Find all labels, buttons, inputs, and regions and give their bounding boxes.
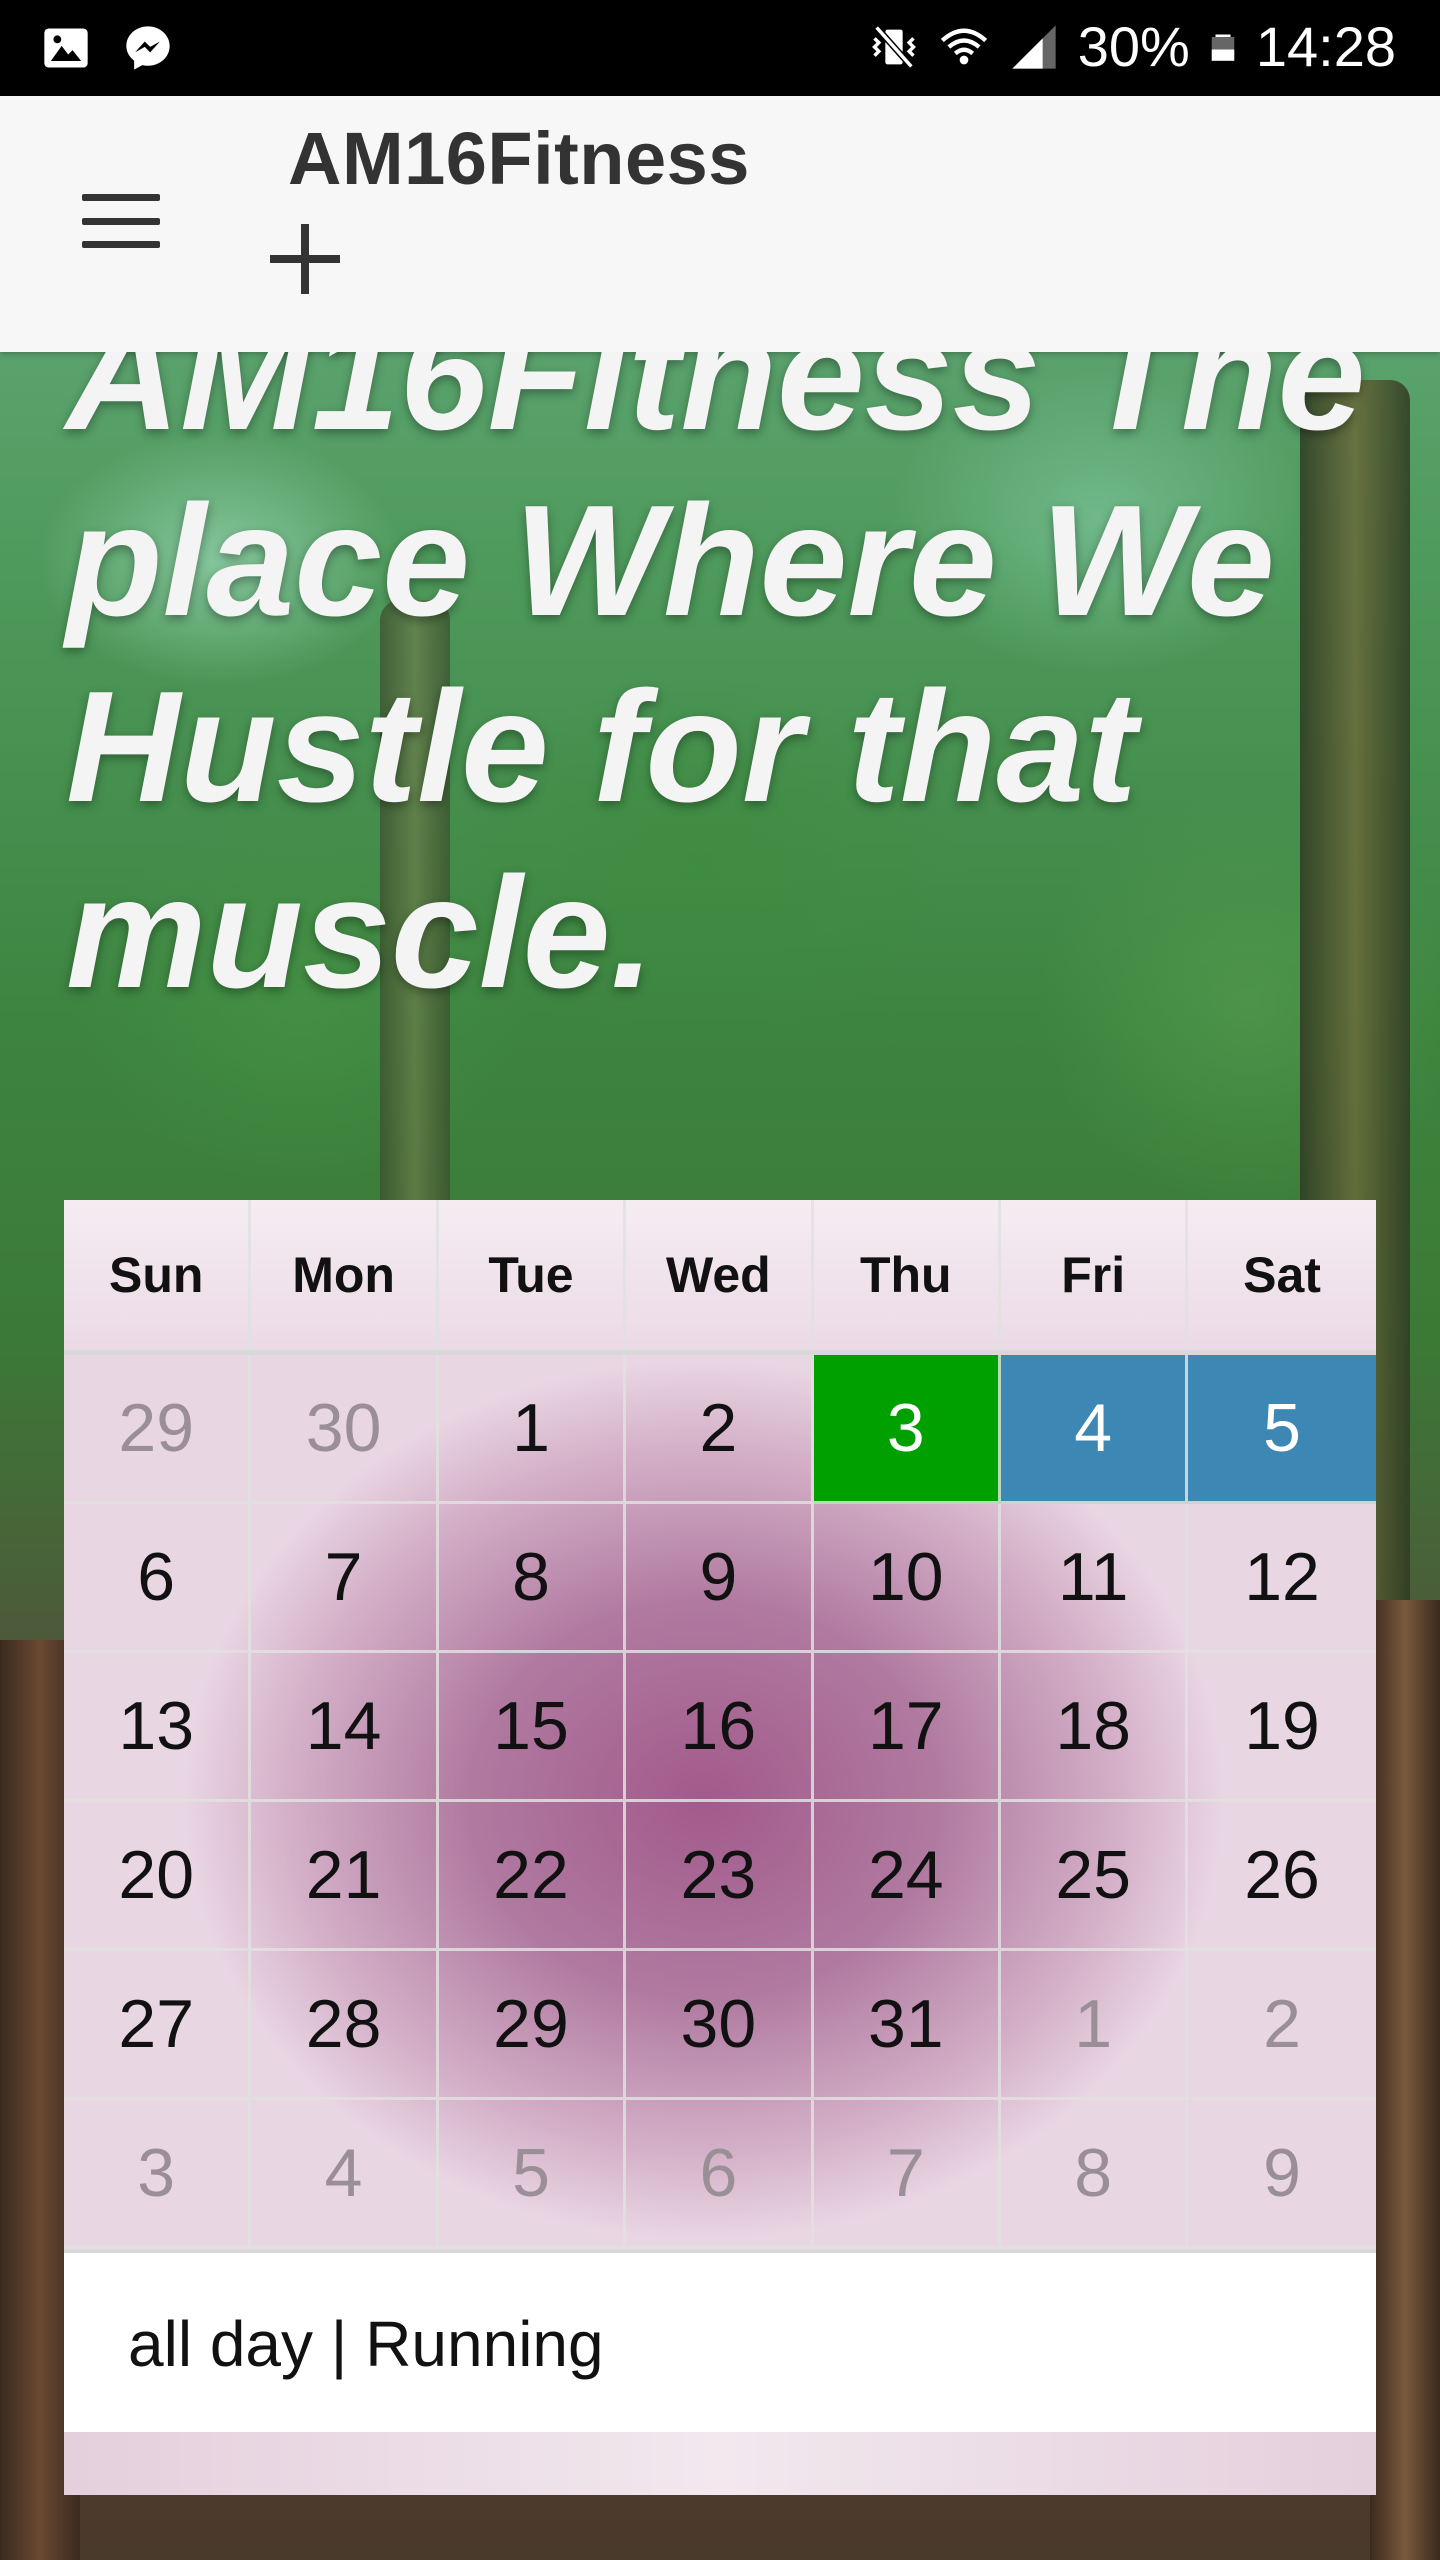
calendar-footer [64,2432,1376,2495]
plus-icon[interactable] [270,224,340,294]
bridge-rail-right [1370,1600,1440,2560]
event-text: all day | Running [128,2308,604,2380]
calendar-day[interactable]: 7 [251,1504,439,1653]
calendar-day[interactable]: 14 [251,1653,439,1802]
calendar-day[interactable]: 1 [1000,1951,1189,2100]
calendar-day[interactable]: 7 [813,2100,1001,2249]
calendar-day[interactable]: 24 [813,1802,1001,1951]
weekday-mon: Mon [251,1200,439,1350]
calendar-day[interactable]: 4 [251,2100,439,2249]
calendar-day-selected[interactable]: 5 [1188,1355,1376,1504]
weekday-sat: Sat [1243,1247,1321,1303]
calendar-day[interactable]: 12 [1188,1504,1376,1653]
calendar-day[interactable]: 9 [1188,2100,1376,2249]
calendar-day[interactable]: 26 [1188,1802,1376,1951]
calendar-day[interactable]: 18 [1000,1653,1189,1802]
calendar: Sun Mon Tue Wed Thu Fri Sat 29 30 1 2 3 4 5 6 7 8 9 10 11 1… [64,1200,1376,2495]
weekday-fri: Fri [1001,1200,1189,1350]
clock: 14:28 [1255,15,1396,78]
calendar-day[interactable]: 29 [438,1951,627,2100]
calendar-day[interactable]: 8 [1000,2100,1189,2249]
calendar-day[interactable]: 19 [1188,1653,1376,1802]
calendar-day[interactable]: 8 [438,1504,627,1653]
wifi-icon [940,28,987,64]
weekday-header-row: Sun Mon Tue Wed Thu Fri Sat [64,1200,1376,1355]
calendar-day[interactable]: 16 [626,1653,814,1802]
battery-icon [1211,34,1235,61]
calendar-day[interactable]: 22 [438,1802,627,1951]
calendar-day[interactable]: 21 [251,1802,439,1951]
hero-section: AM16Fitness The place Where We Hustle fo… [0,352,1440,1152]
hero-heading: AM16Fitness The place Where We Hustle fo… [66,352,1366,1021]
menu-icon[interactable] [76,186,166,256]
calendar-day[interactable]: 30 [626,1951,814,2100]
calendar-week-row: 3456789 [64,2100,1376,2249]
calendar-week-row: 29 30 1 2 3 4 5 [64,1355,1376,1504]
calendar-day[interactable]: 6 [626,2100,814,2249]
calendar-day[interactable]: 11 [1000,1504,1189,1653]
calendar-day[interactable]: 2 [1188,1951,1376,2100]
calendar-day[interactable]: 6 [64,1504,252,1653]
calendar-day[interactable]: 20 [64,1802,252,1951]
vibrate-mute-icon [871,24,916,69]
messenger-icon [126,26,170,70]
calendar-day[interactable]: 23 [626,1802,814,1951]
calendar-week-row: 20 21 22 23 24 25 26 [64,1802,1376,1951]
calendar-week-row: 6 7 8 9 10 11 12 [64,1504,1376,1653]
app-bar: AM16Fitness [0,96,1440,352]
image-notification-icon [44,28,88,68]
calendar-day[interactable]: 29 [64,1355,252,1504]
event-item[interactable]: all day | Running [64,2250,1376,2435]
weekday-tue: Tue [439,1200,627,1350]
status-bar: 30% 14:28 [0,0,1440,96]
calendar-day-selected[interactable]: 4 [1000,1355,1189,1504]
calendar-day[interactable]: 28 [251,1951,439,2100]
calendar-day[interactable]: 25 [1000,1802,1189,1951]
weekday-sun: Sun [64,1200,252,1350]
calendar-day[interactable]: 27 [64,1951,252,2100]
calendar-week-row: 13 14 15 16 17 18 19 [64,1653,1376,1802]
calendar-day-today[interactable]: 3 [813,1355,1001,1504]
calendar-day[interactable]: 15 [438,1653,627,1802]
calendar-week-row: 27 28 29 30 31 1 2 [64,1951,1376,2100]
battery-percent: 30% [1077,15,1190,78]
calendar-grid: Sun Mon Tue Wed Thu Fri Sat 29 30 1 2 3 4 5 6 7 8 9 10 11 1… [64,1200,1376,2250]
calendar-day[interactable]: 3 [64,2100,252,2249]
calendar-day[interactable]: 30 [251,1355,439,1504]
app-title: AM16Fitness [288,117,750,200]
calendar-day[interactable]: 10 [813,1504,1001,1653]
calendar-day[interactable]: 17 [813,1653,1001,1802]
calendar-day[interactable]: 9 [626,1504,814,1653]
signal-icon [1012,24,1056,69]
calendar-day[interactable]: 1 [438,1355,627,1504]
calendar-day[interactable]: 13 [64,1653,252,1802]
calendar-day[interactable]: 31 [813,1951,1001,2100]
weekday-wed: Wed [626,1200,814,1350]
calendar-day[interactable]: 2 [626,1355,814,1504]
calendar-day[interactable]: 5 [438,2100,627,2249]
weekday-thu: Thu [814,1200,1001,1350]
